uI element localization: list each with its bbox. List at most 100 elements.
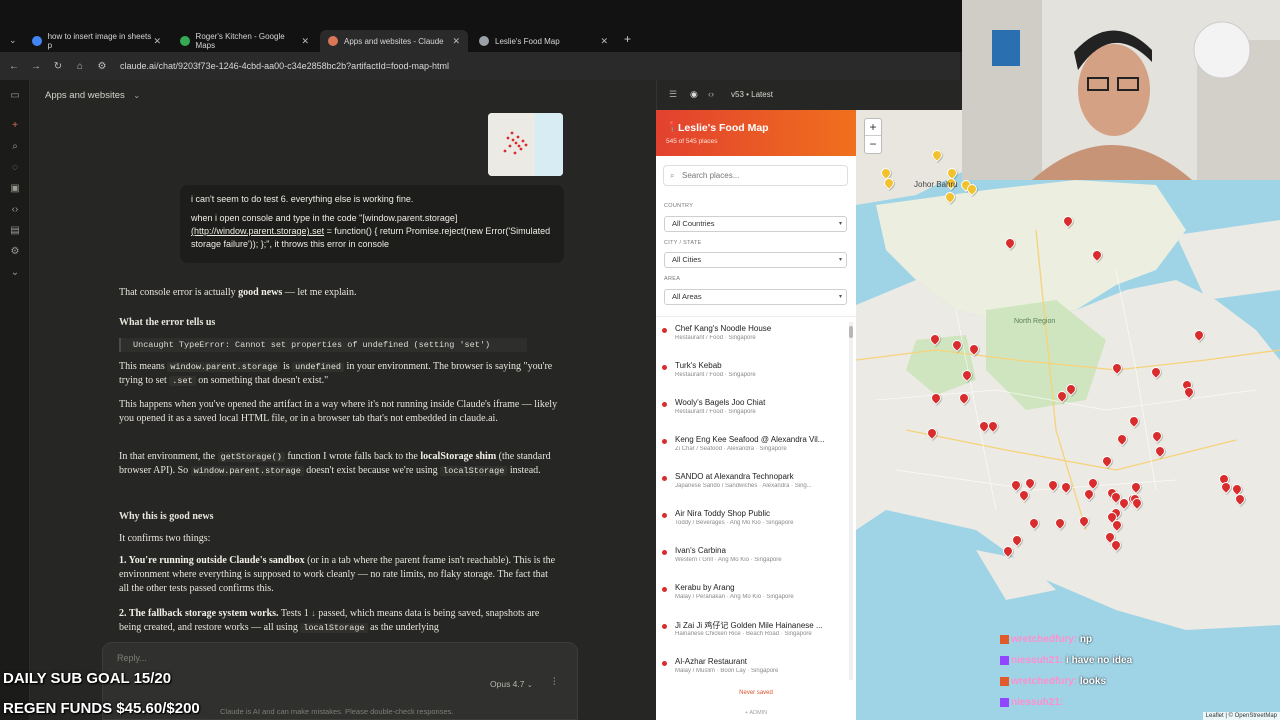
model-label: Opus 4.7 <box>490 679 525 689</box>
pin-icon: 📍 <box>666 122 679 133</box>
more-icon[interactable]: ⌄ <box>9 267 21 279</box>
list-icon[interactable]: ☰ <box>669 89 677 100</box>
place-item[interactable]: Chef Kang's Noodle House Restaurant / Foo… <box>656 320 850 356</box>
select-value: All Cities <box>672 255 702 264</box>
code-icon[interactable]: ‹› <box>708 89 714 99</box>
user-message-link[interactable]: (http://window.parent.storage).set <box>191 226 324 236</box>
place-item[interactable]: Kerabu by Arang Malay / Peranakan · Ang M… <box>656 579 850 615</box>
chat-message: wretchedfury: looks <box>1000 676 1220 697</box>
artifact-thumbnail[interactable] <box>488 113 563 176</box>
error-code-block: Uncaught TypeError: Cannot set propertie… <box>119 338 527 352</box>
text: as the underlying <box>367 622 439 633</box>
url-field[interactable]: claude.ai/chat/9203f73e-1246-4cbd-aa00-c… <box>120 61 449 71</box>
text: In that environment, the <box>119 451 218 462</box>
text: — let me explain. <box>282 287 357 298</box>
artifact-toolbar: ☰ ◉ ‹› v53 • Latest <box>656 80 962 110</box>
badge-icon <box>1000 634 1009 644</box>
user-message-line: i can't seem to do test 6. everything el… <box>191 194 414 204</box>
response-intro: That console error is actually good news… <box>119 286 559 300</box>
forward-icon[interactable]: → <box>28 61 44 72</box>
tab-google-maps[interactable]: Roger's Kitchen - Google Maps ✕ <box>172 30 317 52</box>
zoom-in-button[interactable]: + <box>865 119 881 136</box>
project-title[interactable]: Apps and websites ⌄ <box>45 90 140 101</box>
reload-icon[interactable]: ↻ <box>50 61 66 72</box>
preview-icon[interactable]: ◉ <box>690 89 698 100</box>
back-icon[interactable]: ← <box>6 61 22 72</box>
bold-text: 2. The fallback storage system works. <box>119 608 279 619</box>
reply-input[interactable]: Reply... <box>117 653 147 663</box>
map-label: North Region <box>1014 318 1056 325</box>
search-input[interactable]: ⌕ Search places... <box>663 165 848 186</box>
text: on something that doesn't exist." <box>195 375 329 386</box>
place-item[interactable]: SANDO at Alexandra Technopark Japanese Sa… <box>656 468 850 504</box>
place-meta: Malay / Muslim · Boon Lay · Singapore <box>675 668 779 674</box>
response-heading: What the error tells us <box>119 317 216 328</box>
place-item[interactable]: Ivan's Carbina Western / Grill · Ang Mo K… <box>656 542 850 578</box>
voice-icon[interactable]: ⫶ <box>553 677 556 688</box>
place-item[interactable]: Ji Zai Ji 鸡仔记 Golden Mile Hainanese ... H… <box>656 616 850 652</box>
place-meta: Japanese Sando / Sandwiches · Alexandra … <box>675 483 812 489</box>
chat-text: i have no idea <box>1066 655 1133 666</box>
admin-link[interactable]: + ADMIN <box>656 710 856 716</box>
app-header: 📍 Leslie's Food Map 545 of 545 places <box>656 110 856 156</box>
text: This means <box>119 361 168 372</box>
pin-icon <box>662 476 667 481</box>
artifacts-icon[interactable]: ▤ <box>9 225 21 237</box>
place-name: Al-Azhar Restaurant <box>675 657 748 666</box>
food-map[interactable]: Johor Bahru North Region + − Leaflet | ©… <box>856 110 1280 720</box>
tools-icon[interactable]: ⚙ <box>9 246 21 258</box>
chat-message: niessuh21: <box>1000 697 1220 718</box>
response-paragraph: This means window.parent.storage is unde… <box>119 360 559 388</box>
model-selector[interactable]: Opus 4.7 ⌄ <box>490 679 533 689</box>
pin-icon <box>662 439 667 444</box>
place-item[interactable]: Turk's Kebab Restaurant / Food · Singapor… <box>656 357 850 393</box>
chevron-down-icon: ⌄ <box>526 682 533 689</box>
place-item[interactable]: Al-Azhar Restaurant Malay / Muslim · Boon… <box>656 653 850 689</box>
chats-icon[interactable]: ◌ <box>9 162 21 174</box>
new-tab-button[interactable]: + <box>624 32 631 46</box>
place-item[interactable]: Air Nira Toddy Shop Public Toddy / Bevera… <box>656 505 850 541</box>
search-placeholder: Search places... <box>682 171 740 180</box>
projects-icon[interactable]: ▣ <box>9 183 21 195</box>
home-icon[interactable]: ⌂ <box>72 61 88 72</box>
country-select[interactable]: All Countries ▾ <box>664 216 847 232</box>
text: instead. <box>507 465 541 476</box>
place-name: Ivan's Carbina <box>675 546 726 555</box>
filter-label: COUNTRY <box>664 203 694 209</box>
tab-search-icon[interactable]: ⌄ <box>9 35 17 46</box>
map-canvas <box>856 110 1280 720</box>
new-chat-icon[interactable]: + <box>9 120 21 132</box>
scrollbar-thumb[interactable] <box>849 326 853 338</box>
close-icon[interactable]: ✕ <box>452 36 460 47</box>
bold-text: good news <box>238 287 283 298</box>
close-icon[interactable]: ✕ <box>301 36 309 47</box>
tab-claude[interactable]: Apps and websites - Claude ✕ <box>320 30 468 52</box>
chat-text: looks <box>1079 676 1107 687</box>
left-rail: ▭ + ⌕ ◌ ▣ ‹› ▤ ⚙ ⌄ <box>0 80 30 720</box>
place-item[interactable]: Wooly's Bagels Joo Chiat Restaurant / Foo… <box>656 394 850 430</box>
pin-icon <box>662 402 667 407</box>
area-select[interactable]: All Areas ▾ <box>664 289 847 305</box>
place-item[interactable]: Keng Eng Kee Seafood @ Alexandra Vil... Z… <box>656 431 850 467</box>
inline-code: window.parent.storage <box>190 466 304 476</box>
version-selector[interactable]: v53 • Latest <box>731 90 773 99</box>
response-paragraph: In that environment, the getStorage() fu… <box>119 450 559 478</box>
divider <box>656 316 856 317</box>
select-value: All Areas <box>672 292 702 301</box>
zoom-out-button[interactable]: − <box>865 136 881 153</box>
response-heading: Why this is good news <box>119 511 214 522</box>
place-meta: Toddy / Beverages · Ang Mo Kio · Singapo… <box>675 520 794 526</box>
place-name: Turk's Kebab <box>675 361 722 370</box>
sidebar-toggle-icon[interactable]: ▭ <box>9 90 21 102</box>
close-icon[interactable]: ✕ <box>153 36 161 47</box>
site-info-icon[interactable]: ⚙ <box>94 61 110 72</box>
stream-chat-overlay: wretchedfury: np niessuh21: i have no id… <box>1000 634 1220 718</box>
user-message-line: when i open console and type in the code… <box>191 212 553 251</box>
city-select[interactable]: All Cities ▾ <box>664 252 847 268</box>
tab-food-map[interactable]: Leslie's Food Map ✕ <box>471 30 616 52</box>
code-icon[interactable]: ‹› <box>9 204 21 216</box>
search-icon[interactable]: ⌕ <box>9 141 21 153</box>
close-icon[interactable]: ✕ <box>600 36 608 47</box>
places-scrollbar[interactable] <box>849 322 853 680</box>
tab-sheets[interactable]: how to insert image in sheets p ✕ <box>24 30 169 52</box>
